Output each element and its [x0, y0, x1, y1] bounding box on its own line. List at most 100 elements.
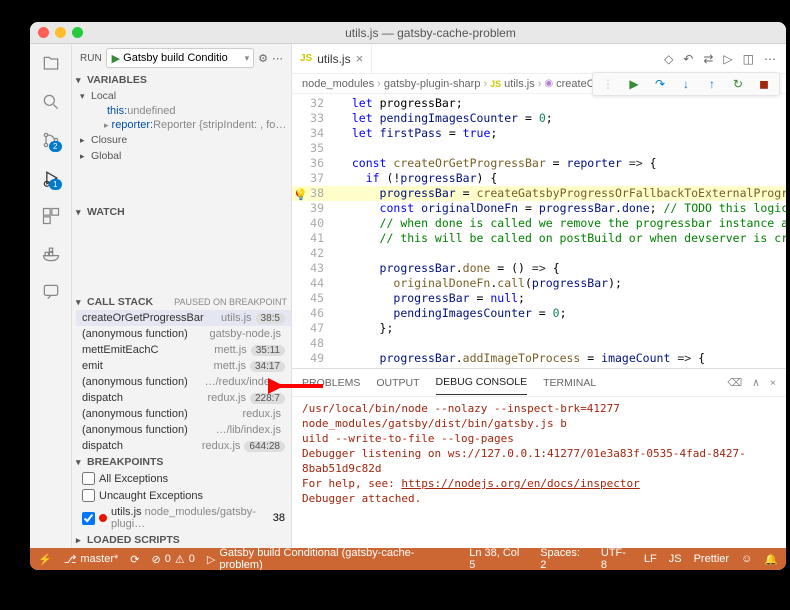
run-debug-icon[interactable]: 1 [39, 166, 63, 190]
stop-button[interactable]: ◼ [755, 77, 773, 91]
sync-icon[interactable]: ⟳ [130, 553, 139, 566]
callstack-frame[interactable]: createOrGetProgressBarutils.js38:5 [76, 310, 291, 326]
callstack-frame[interactable]: mettEmitEachCmett.js35:11 [76, 342, 291, 358]
remote-indicator[interactable]: ⚡ [38, 553, 52, 566]
editor-actions: ◇ ↶ ⇄ ▷ ◫ ⋯ [664, 52, 786, 66]
close-panel-icon[interactable]: × [770, 377, 776, 389]
code-line[interactable]: 41 // this will be called on postBuild o… [292, 231, 786, 246]
explorer-icon[interactable] [39, 52, 63, 76]
docker-icon[interactable] [39, 242, 63, 266]
code-line[interactable]: 50 if (pendingImagesCounter === 0) { [292, 366, 786, 368]
minimize-window-button[interactable] [55, 27, 66, 38]
code-line[interactable]: 37 if (!progressBar) { [292, 171, 786, 186]
undo-icon[interactable]: ↶ [683, 52, 693, 66]
toggle-icon[interactable]: ⇄ [703, 52, 713, 66]
code-line[interactable]: 45 progressBar = null; [292, 291, 786, 306]
more-icon[interactable]: ⋯ [272, 52, 283, 65]
launch-config-select[interactable]: ▶ Gatsby build Conditio ▾ [106, 48, 254, 68]
code-line[interactable]: 34 let firstPass = true; [292, 126, 786, 141]
prettier-status[interactable]: Prettier [694, 547, 729, 570]
breakpoints-section-header[interactable]: ▾Breakpoints [72, 454, 291, 470]
code-line[interactable]: 32 let progressBar; [292, 96, 786, 111]
code-line[interactable]: 36 const createOrGetProgressBar = report… [292, 156, 786, 171]
code-line[interactable]: 48 [292, 336, 786, 351]
closure-scope-header[interactable]: ▸Closure [76, 132, 291, 148]
gear-icon[interactable]: ⚙ [258, 52, 268, 65]
uncaught-exceptions-checkbox[interactable] [82, 489, 95, 502]
start-debug-icon[interactable]: ▶ [112, 52, 120, 65]
encoding[interactable]: UTF-8 [601, 547, 632, 570]
code-line[interactable]: 47 }; [292, 321, 786, 336]
more-actions-icon[interactable]: ⋯ [764, 52, 776, 66]
feedback-icon[interactable] [39, 280, 63, 304]
code-line[interactable]: 46 pendingImagesCounter = 0; [292, 306, 786, 321]
code-line[interactable]: 39 const originalDoneFn = progressBar.do… [292, 201, 786, 216]
cursor-position[interactable]: Ln 38, Col 5 [469, 547, 528, 570]
panel-tab-debug-console[interactable]: DEBUG CONSOLE [436, 370, 528, 395]
bp1-checkbox[interactable] [82, 512, 95, 525]
code-editor[interactable]: 32 let progressBar;33 let pendingImagesC… [292, 94, 786, 368]
callstack-frame[interactable]: emitmett.js34:17 [76, 358, 291, 374]
notifications-icon[interactable]: 🔔 [764, 547, 778, 570]
clear-console-icon[interactable]: ⌫ [727, 377, 742, 389]
problems-status[interactable]: ⊘ 0 ⚠ 0 [152, 553, 195, 566]
all-exceptions-checkbox[interactable] [82, 472, 95, 485]
watch-section-header[interactable]: ▾Watch [72, 204, 291, 220]
language-mode[interactable]: JS [669, 547, 682, 570]
extensions-icon[interactable] [39, 204, 63, 228]
local-scope-header[interactable]: ▾Local [76, 88, 291, 104]
tab-utils-js[interactable]: JS utils.js × [292, 44, 372, 73]
step-out-button[interactable]: ↑ [703, 77, 721, 91]
continue-button[interactable]: ▶ [625, 77, 643, 91]
callstack-section-header[interactable]: ▾Call StackPAUSED ON BREAKPOINT [72, 294, 291, 310]
compare-icon[interactable]: ◇ [664, 52, 673, 66]
code-line[interactable]: 42 [292, 246, 786, 261]
maximize-panel-icon[interactable]: ∧ [752, 377, 760, 389]
uncaught-exceptions-breakpoint[interactable]: Uncaught Exceptions [76, 487, 291, 504]
git-branch[interactable]: ⎇ master* [64, 553, 119, 566]
zoom-window-button[interactable] [72, 27, 83, 38]
close-window-button[interactable] [38, 27, 49, 38]
loaded-scripts-section-header[interactable]: ▸Loaded Scripts [72, 532, 291, 548]
split-editor-icon[interactable]: ◫ [743, 52, 754, 66]
step-into-button[interactable]: ↓ [677, 77, 695, 91]
close-tab-icon[interactable]: × [356, 51, 364, 66]
eol[interactable]: LF [644, 547, 657, 570]
all-exceptions-breakpoint[interactable]: All Exceptions [76, 470, 291, 487]
restart-button[interactable]: ↻ [729, 77, 747, 91]
chevron-down-icon[interactable]: ▾ [245, 53, 250, 64]
code-line[interactable]: 33 let pendingImagesCounter = 0; [292, 111, 786, 126]
code-line[interactable]: 43 progressBar.done = () => { [292, 261, 786, 276]
callstack-frame[interactable]: dispatchredux.js228:7 [76, 390, 291, 406]
callstack-frame[interactable]: (anonymous function)…/redux/inde… [76, 374, 291, 390]
indentation[interactable]: Spaces: 2 [540, 547, 589, 570]
global-scope-header[interactable]: ▸Global [76, 148, 291, 164]
panel-tab-terminal[interactable]: TERMINAL [543, 371, 596, 395]
code-line[interactable]: 35 [292, 141, 786, 156]
search-icon[interactable] [39, 90, 63, 114]
drag-handle-icon[interactable]: ⋮ [599, 77, 617, 91]
callstack-frame[interactable]: dispatchredux.js644:28 [76, 438, 291, 454]
feedback-smiley-icon[interactable]: ☺ [741, 547, 752, 570]
run-file-icon[interactable]: ▷ [723, 52, 732, 66]
callstack-frame[interactable]: (anonymous function)…/lib/index.js [76, 422, 291, 438]
file-breakpoint[interactable]: utils.js node_modules/gatsby-plugi…38 [76, 504, 291, 532]
debug-toolbar[interactable]: ⋮ ▶ ↷ ↓ ↑ ↻ ◼ [592, 72, 780, 96]
debug-console-output[interactable]: /usr/local/bin/node --nolazy --inspect-b… [292, 397, 786, 548]
code-line[interactable]: 40 // when done is called we remove the … [292, 216, 786, 231]
variables-section-header[interactable]: ▾Variables [72, 72, 291, 88]
debug-status[interactable]: ▷ Gatsby build Conditional (gatsby-cache… [207, 547, 457, 570]
lightbulb-icon[interactable]: 💡 [294, 187, 308, 202]
callstack-frame[interactable]: (anonymous function)redux.js [76, 406, 291, 422]
code-line[interactable]: 💡38 progressBar = createGatsbyProgressOr… [292, 186, 786, 201]
variable-row[interactable]: this: undefined [76, 104, 291, 118]
js-file-icon: JS [490, 79, 501, 89]
panel-tab-output[interactable]: OUTPUT [376, 371, 419, 395]
step-over-button[interactable]: ↷ [651, 77, 669, 91]
code-line[interactable]: 44 originalDoneFn.call(progressBar); [292, 276, 786, 291]
code-line[interactable]: 49 progressBar.addImageToProcess = image… [292, 351, 786, 366]
source-control-icon[interactable]: 2 [39, 128, 63, 152]
callstack-frame[interactable]: (anonymous function)gatsby-node.js [76, 326, 291, 342]
variable-row[interactable]: ▸reporter: Reporter {stripIndent: , fo… [76, 118, 291, 132]
main-area: 2 1 RUN ▶ Gatsby build Conditio ▾ ⚙ ⋯ ▾V… [30, 44, 786, 548]
